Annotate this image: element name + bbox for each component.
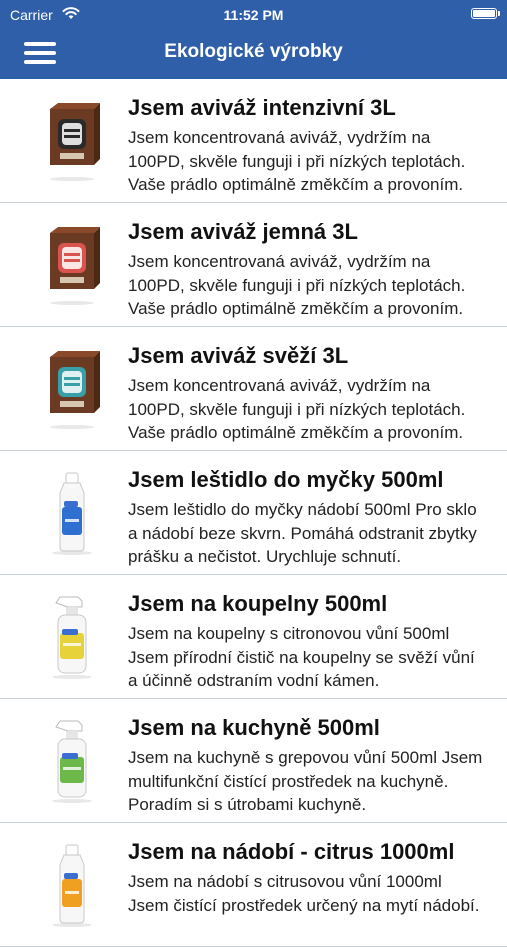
product-description: Jsem koncentrovaná aviváž, vydržím na 10… xyxy=(128,128,466,194)
product-title: Jsem leštidlo do myčky 500ml xyxy=(128,467,444,492)
product-image xyxy=(38,219,108,311)
product-list: Jsem aviváž intenzivní 3L Jsem koncentrov… xyxy=(0,79,507,947)
product-list-item[interactable]: Jsem aviváž jemná 3L Jsem koncentrovaná a… xyxy=(0,203,507,327)
top-bar: Carrier 11:52 PM Ekologické výrobky xyxy=(0,0,507,79)
product-title: Jsem na koupelny 500ml xyxy=(128,591,388,616)
product-title: Jsem aviváž intenzivní 3L xyxy=(128,95,396,120)
battery-icon xyxy=(471,8,500,19)
product-image xyxy=(38,343,108,435)
product-list-item[interactable]: Jsem na koupelny 500ml Jsem na koupelny s… xyxy=(0,575,507,699)
product-list-item[interactable]: Jsem aviváž intenzivní 3L Jsem koncentrov… xyxy=(0,79,507,203)
product-list-item[interactable]: Jsem leštidlo do myčky 500ml Jsem leštidl… xyxy=(0,451,507,575)
product-list-item[interactable]: Jsem na kuchyně 500ml Jsem na kuchyně s g… xyxy=(0,699,507,823)
status-time: 11:52 PM xyxy=(223,7,284,23)
product-image xyxy=(38,715,108,807)
product-image xyxy=(38,95,108,187)
product-description: Jsem koncentrovaná aviváž, vydržím na 10… xyxy=(128,376,466,442)
product-description: Jsem na koupelny s citronovou vůní 500ml… xyxy=(128,624,475,690)
page-title: Ekologické výrobky xyxy=(164,41,343,62)
product-title: Jsem na kuchyně 500ml xyxy=(128,715,380,740)
product-image xyxy=(38,467,108,559)
product-image xyxy=(38,839,108,931)
product-title: Jsem aviváž svěží 3L xyxy=(128,343,349,368)
product-description: Jsem leštidlo do myčky nádobí 500ml Pro … xyxy=(128,500,477,566)
product-title: Jsem na nádobí - citrus 1000ml xyxy=(128,839,455,864)
navigation-bar: Ekologické výrobky xyxy=(0,28,507,79)
product-description: Jsem na nádobí s citrusovou vůní 1000ml … xyxy=(128,872,480,915)
product-title: Jsem aviváž jemná 3L xyxy=(128,219,358,244)
product-description: Jsem koncentrovaná aviváž, vydržím na 10… xyxy=(128,252,466,318)
product-list-item[interactable]: Jsem na nádobí - citrus 1000ml Jsem na ná… xyxy=(0,823,507,947)
product-list-item[interactable]: Jsem aviváž svěží 3L Jsem koncentrovaná a… xyxy=(0,327,507,451)
product-image xyxy=(38,591,108,683)
status-bar: Carrier 11:52 PM xyxy=(0,0,507,28)
product-description: Jsem na kuchyně s grepovou vůní 500ml Js… xyxy=(128,748,483,814)
